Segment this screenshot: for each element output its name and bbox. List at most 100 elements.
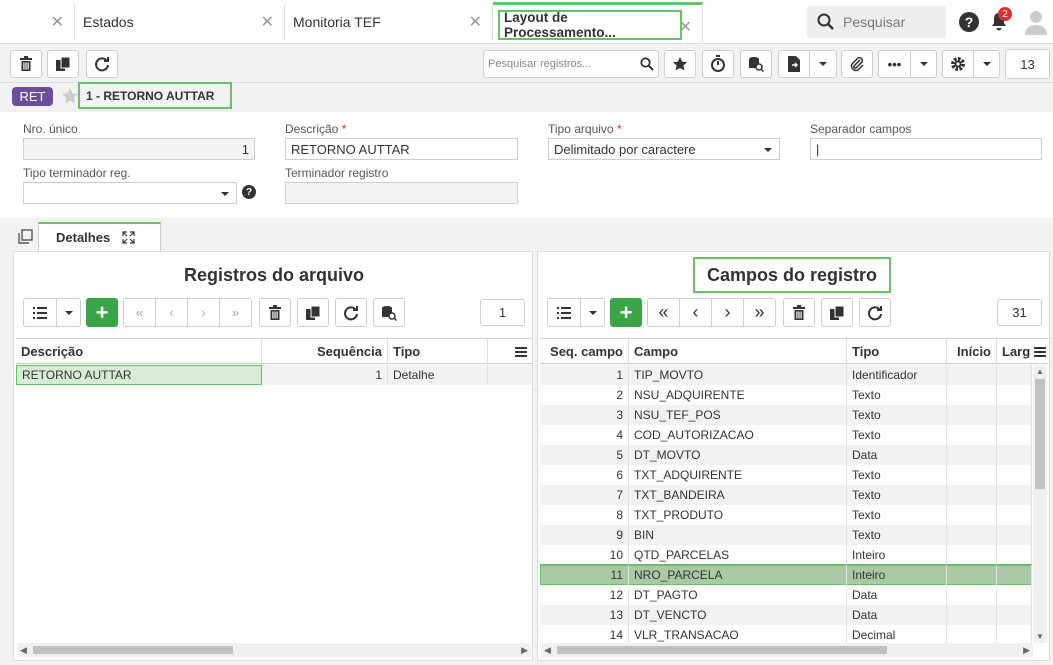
record-search-input[interactable]: Pesquisar registros... [483, 50, 659, 78]
expand-icon[interactable] [122, 231, 135, 244]
tab-previous[interactable]: ✕ [0, 4, 75, 40]
refresh-grid-button[interactable] [335, 298, 367, 327]
first-page-button[interactable]: « [123, 298, 156, 327]
close-icon[interactable]: ✕ [51, 12, 64, 32]
refresh-grid-button[interactable] [859, 298, 891, 327]
table-row[interactable]: 6 TXT_ADQUIRENTE Texto [540, 465, 1032, 485]
table-row[interactable]: 4 COD_AUTORIZACAO Texto [540, 425, 1032, 445]
table-row[interactable]: 13 DT_VENCTO Data [540, 605, 1032, 625]
settings-dropdown[interactable] [973, 50, 1000, 78]
table-row[interactable]: 5 DT_MOVTO Data [540, 445, 1032, 465]
export-dropdown[interactable] [809, 50, 837, 78]
table-row[interactable]: 9 BIN Texto [540, 525, 1032, 545]
table-row[interactable]: 12 DT_PAGTO Data [540, 585, 1032, 605]
tipo-arquivo-value: Delimitado por caractere [554, 141, 696, 157]
column-header[interactable]: Descrição [16, 339, 262, 364]
delete-row-button[interactable] [783, 298, 815, 327]
cell: RETORNO AUTTAR [16, 365, 262, 385]
duplicate-row-button[interactable] [821, 298, 853, 327]
database-search-button[interactable] [373, 298, 405, 327]
notifications-button[interactable]: 2 [990, 7, 1012, 35]
export-button[interactable] [778, 50, 810, 78]
user-avatar[interactable] [1024, 9, 1048, 35]
view-mode-button[interactable] [23, 298, 57, 327]
attach-button[interactable] [841, 50, 873, 78]
last-page-button[interactable]: » [219, 298, 252, 327]
tab-detalhes[interactable]: Detalhes [38, 222, 161, 251]
horizontal-scrollbar[interactable]: ◀ ▶ [17, 643, 531, 657]
delete-button[interactable] [10, 50, 42, 78]
help-icon[interactable]: ? [959, 12, 979, 32]
star-outline-icon[interactable] [61, 87, 79, 105]
cell [947, 425, 997, 445]
prev-page-button[interactable]: ‹ [155, 298, 188, 327]
cell [947, 365, 997, 385]
scroll-thumb[interactable] [1035, 379, 1045, 489]
table-row[interactable]: 10 QTD_PARCELAS Inteiro [540, 545, 1032, 565]
add-button[interactable]: + [86, 298, 118, 327]
column-header[interactable]: Tipo [847, 339, 947, 363]
more-button[interactable]: ••• [878, 50, 911, 78]
column-header[interactable]: Início [947, 339, 997, 363]
view-mode-button[interactable] [547, 298, 581, 327]
next-page-button[interactable]: › [711, 298, 744, 327]
duplicate-row-button[interactable] [297, 298, 329, 327]
view-mode-dropdown[interactable] [580, 298, 605, 327]
horizontal-scrollbar[interactable]: ◀ ▶ [541, 643, 1033, 657]
column-header[interactable]: Campo [629, 339, 847, 363]
tab-layout-processamento[interactable]: Layout de Processamento... ✕ [493, 2, 703, 44]
cell: 10 [540, 545, 629, 565]
descricao-field[interactable]: RETORNO AUTTAR [285, 138, 518, 160]
table-row[interactable]: 14 VLR_TRANSACAO Decimal [540, 625, 1032, 643]
cell [997, 405, 1032, 425]
next-page-button[interactable]: › [187, 298, 220, 327]
scroll-thumb[interactable] [33, 646, 233, 654]
cell: 1 [540, 365, 629, 385]
database-search-button[interactable] [740, 50, 772, 78]
vertical-scrollbar[interactable]: ▲ ▼ [1033, 365, 1047, 643]
cell: 12 [540, 585, 629, 605]
column-header[interactable]: Seq. campo [540, 339, 629, 363]
global-search[interactable]: Pesquisar [807, 6, 946, 38]
tab-monitoria-tef[interactable]: Monitoria TEF ✕ [285, 4, 493, 40]
settings-button[interactable] [942, 50, 974, 78]
prev-page-button[interactable]: ‹ [679, 298, 712, 327]
cell: Texto [847, 465, 947, 485]
search-icon [640, 57, 654, 71]
table-row[interactable]: 8 TXT_PRODUTO Texto [540, 505, 1032, 525]
view-mode-dropdown[interactable] [56, 298, 81, 327]
more-dropdown[interactable] [910, 50, 937, 78]
table-row[interactable]: RETORNO AUTTAR 1 Detalhe [16, 365, 532, 385]
delete-row-button[interactable] [259, 298, 291, 327]
column-menu-icon[interactable] [1031, 339, 1049, 363]
column-header[interactable]: Sequência [262, 339, 388, 364]
favorite-button[interactable] [664, 50, 696, 78]
duplicate-button[interactable] [47, 50, 79, 78]
table-row[interactable]: 2 NSU_ADQUIRENTE Texto [540, 385, 1032, 405]
table-row[interactable]: 3 NSU_TEF_POS Texto [540, 405, 1032, 425]
table-row[interactable]: 7 TXT_BANDEIRA Texto [540, 485, 1032, 505]
table-row[interactable]: 11 NRO_PARCELA Inteiro [540, 564, 1032, 586]
column-menu-icon[interactable] [488, 339, 532, 364]
column-header[interactable]: Tipo [388, 339, 488, 364]
add-button[interactable]: + [610, 298, 642, 327]
cell: Data [847, 585, 947, 605]
cell: Decimal [847, 625, 947, 643]
cell: Inteiro [847, 545, 947, 565]
cell [997, 505, 1032, 525]
first-page-button[interactable]: « [647, 298, 680, 327]
windows-icon[interactable] [18, 229, 33, 244]
tab-estados[interactable]: Estados ✕ [75, 4, 285, 40]
refresh-button[interactable] [86, 50, 118, 78]
help-icon[interactable]: ? [242, 185, 256, 199]
scroll-thumb[interactable] [557, 646, 887, 654]
tipo-terminador-select[interactable] [23, 182, 237, 204]
separador-field[interactable]: | [810, 138, 1042, 160]
timer-button[interactable] [702, 50, 734, 78]
close-icon[interactable]: ✕ [469, 12, 482, 32]
table-row[interactable]: 1 TIP_MOVTO Identificador [540, 365, 1032, 385]
last-page-button[interactable]: » [743, 298, 776, 327]
tipo-arquivo-select[interactable]: Delimitado por caractere [548, 138, 780, 160]
close-icon[interactable]: ✕ [261, 12, 274, 32]
close-icon[interactable]: ✕ [679, 17, 692, 37]
